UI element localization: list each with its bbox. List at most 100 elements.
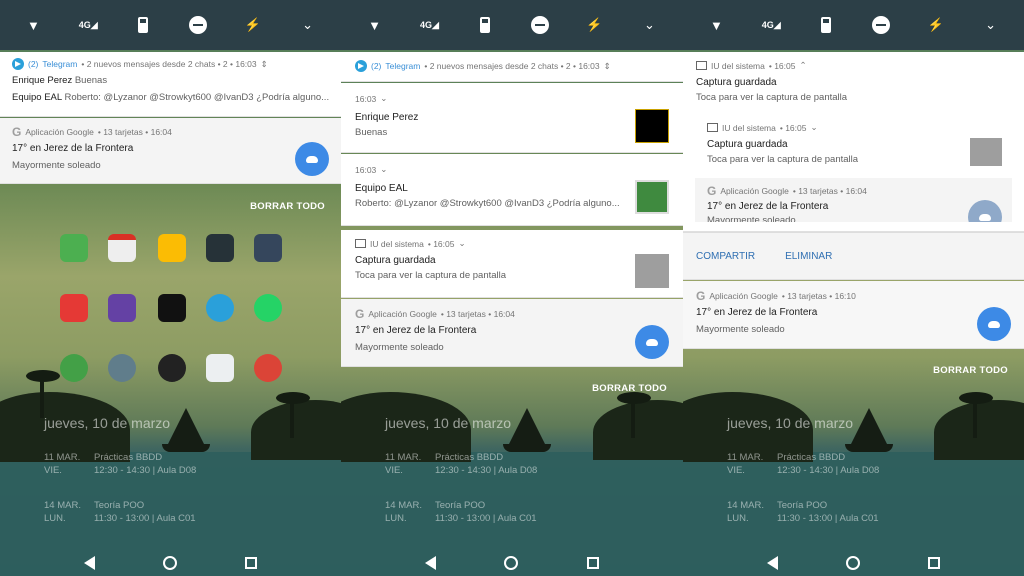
play-store-icon[interactable]: [206, 354, 234, 382]
expand-icon[interactable]: ⇕: [261, 59, 268, 70]
tools-icon[interactable]: [206, 234, 234, 262]
battery-icon[interactable]: [132, 14, 154, 36]
contacts-icon[interactable]: [108, 354, 136, 382]
event-item[interactable]: 14 MAR. Teoría POO LUN. 11:30 - 13:00 | Aul…: [727, 499, 879, 525]
screenshot-thumbnail: [635, 254, 669, 288]
signal-icon[interactable]: 4G ◢: [77, 14, 99, 36]
maps-icon[interactable]: [60, 234, 88, 262]
weather-icon[interactable]: [977, 307, 1011, 341]
telegram-message[interactable]: 16:03 ⌄ Enrique Perez Buenas: [341, 83, 683, 153]
event-item[interactable]: 11 MAR. Prácticas BBDD VIE. 12:30 - 14:30 |…: [44, 451, 196, 477]
netflix-icon[interactable]: [158, 294, 186, 322]
chevron-down-icon[interactable]: ⌄: [380, 93, 387, 104]
share-button[interactable]: COMPARTIR: [696, 251, 755, 262]
delete-button[interactable]: ELIMINAR: [785, 251, 832, 262]
quick-settings-bar: ▼ 4G ◢ ⚡ ⌄: [341, 0, 683, 50]
chat-avatar: [635, 109, 669, 143]
telegram-message[interactable]: 16:03 ⌄ Equipo EAL Roberto: @Lyzanor @Str…: [341, 154, 683, 226]
quick-settings-bar: ▼ 4G ◢ ⚡ ⌄: [0, 0, 341, 50]
home-date: jueves, 10 de marzo: [727, 415, 854, 431]
google-notification[interactable]: G Aplicación Google • 13 tarjetas • 16:10 …: [683, 281, 1024, 349]
chevron-down-icon[interactable]: ⌄: [810, 122, 817, 133]
do-not-disturb-icon[interactable]: [187, 14, 209, 36]
gmail-icon[interactable]: [108, 234, 136, 262]
system-notification-group[interactable]: IU del sistema • 16:05 ⌃ Captura guardada …: [683, 52, 1024, 232]
back-icon[interactable]: [84, 556, 95, 570]
collapse-icon[interactable]: ⇕: [604, 61, 611, 72]
panel-collapsed: jueves, 10 de marzo 11 MAR. Prácticas BBD…: [0, 0, 341, 576]
wifi-off-icon[interactable]: ▼: [22, 14, 44, 36]
boat-icon: [851, 408, 887, 444]
wifi-off-icon[interactable]: ▼: [705, 14, 727, 36]
recents-icon[interactable]: [586, 557, 599, 569]
clear-all-button[interactable]: BORRAR TODO: [933, 365, 1008, 376]
weather-icon[interactable]: [635, 325, 669, 359]
google-icon: G: [696, 289, 706, 303]
telegram-icon[interactable]: [206, 294, 234, 322]
do-not-disturb-icon[interactable]: [870, 14, 892, 36]
twitch-icon[interactable]: [108, 294, 136, 322]
nav-bar: [683, 550, 1024, 576]
do-not-disturb-icon[interactable]: [529, 14, 551, 36]
chevron-down-icon[interactable]: ⌄: [458, 238, 465, 249]
boat-icon: [168, 408, 204, 444]
chevron-down-icon[interactable]: ⌄: [297, 14, 319, 36]
back-icon[interactable]: [767, 556, 778, 570]
action-row: COMPARTIR ELIMINAR: [683, 232, 1024, 280]
whatsapp-icon[interactable]: [254, 294, 282, 322]
chat-avatar: [635, 180, 669, 214]
back-icon[interactable]: [425, 556, 437, 570]
signal-icon[interactable]: 4G ◢: [760, 14, 782, 36]
telegram-icon: [12, 58, 24, 70]
quick-settings-bar: ▼ 4G ◢ ⚡ ⌄: [683, 0, 1024, 50]
battery-icon[interactable]: [474, 14, 496, 36]
event-item[interactable]: 14 MAR. Teoría POO LUN. 11:30 - 13:00 | Aul…: [385, 499, 537, 525]
chevron-up-icon[interactable]: ⌃: [799, 60, 806, 71]
nav-bar: [0, 550, 341, 576]
screenshot-notification[interactable]: IU del sistema • 16:05 ⌄ Captura guardada …: [341, 230, 683, 298]
phone-icon[interactable]: [60, 354, 88, 382]
google-icon: G: [355, 307, 365, 321]
recents-icon[interactable]: [928, 557, 940, 569]
youtube-icon[interactable]: [60, 294, 88, 322]
recents-icon[interactable]: [245, 557, 257, 569]
google-icon: G: [12, 125, 22, 139]
chrome-icon[interactable]: [254, 354, 282, 382]
home-date: jueves, 10 de marzo: [385, 415, 512, 431]
event-item[interactable]: 14 MAR. Teoría POO LUN. 11:30 - 13:00 | Aul…: [44, 499, 196, 525]
chevron-down-icon[interactable]: ⌄: [980, 14, 1002, 36]
weather-icon[interactable]: [295, 142, 329, 176]
boat-icon: [509, 408, 545, 444]
flashlight-icon[interactable]: ⚡: [584, 14, 606, 36]
tumblr-icon[interactable]: [254, 234, 282, 262]
home-icon[interactable]: [846, 556, 860, 570]
home-icon[interactable]: [504, 556, 519, 570]
image-icon: [355, 239, 366, 248]
wifi-off-icon[interactable]: ▼: [364, 14, 386, 36]
screenshot-sub-notification[interactable]: IU del sistema • 16:05 ⌄ Captura guardada …: [695, 116, 1012, 176]
flashlight-icon[interactable]: ⚡: [242, 14, 264, 36]
telegram-group-header[interactable]: (2) Telegram • 2 nuevos mensajes desde 2 c…: [341, 52, 683, 82]
event-item[interactable]: 11 MAR. Prácticas BBDD VIE. 12:30 - 14:30 |…: [385, 451, 537, 477]
chevron-down-icon[interactable]: ⌄: [639, 14, 661, 36]
screenshot-thumbnail: [970, 138, 1002, 166]
image-icon: [696, 61, 707, 70]
nav-bar: [341, 550, 683, 576]
google-notification[interactable]: G Aplicación Google • 13 tarjetas • 16:04 …: [341, 299, 683, 367]
google-icon: G: [707, 184, 717, 198]
clear-all-button[interactable]: BORRAR TODO: [250, 201, 325, 212]
chevron-down-icon[interactable]: ⌄: [380, 164, 387, 175]
signal-icon[interactable]: 4G ◢: [419, 14, 441, 36]
event-item[interactable]: 11 MAR. Prácticas BBDD VIE. 12:30 - 14:30 |…: [727, 451, 879, 477]
camera-icon[interactable]: [158, 354, 186, 382]
telegram-notification[interactable]: (2) Telegram • 2 nuevos mensajes desde 2 c…: [0, 52, 341, 117]
home-icon[interactable]: [163, 556, 177, 570]
panel-expanded: jueves, 10 de marzo 11 MAR. Prácticas BBD…: [341, 0, 683, 576]
google-sub-notification[interactable]: G Aplicación Google • 13 tarjetas • 16:04 …: [695, 178, 1012, 222]
drive-icon[interactable]: [158, 234, 186, 262]
google-notification[interactable]: G Aplicación Google • 13 tarjetas • 16:04 …: [0, 118, 341, 184]
battery-icon[interactable]: [815, 14, 837, 36]
clear-all-button[interactable]: BORRAR TODO: [592, 383, 667, 394]
home-date: jueves, 10 de marzo: [44, 415, 171, 431]
flashlight-icon[interactable]: ⚡: [925, 14, 947, 36]
